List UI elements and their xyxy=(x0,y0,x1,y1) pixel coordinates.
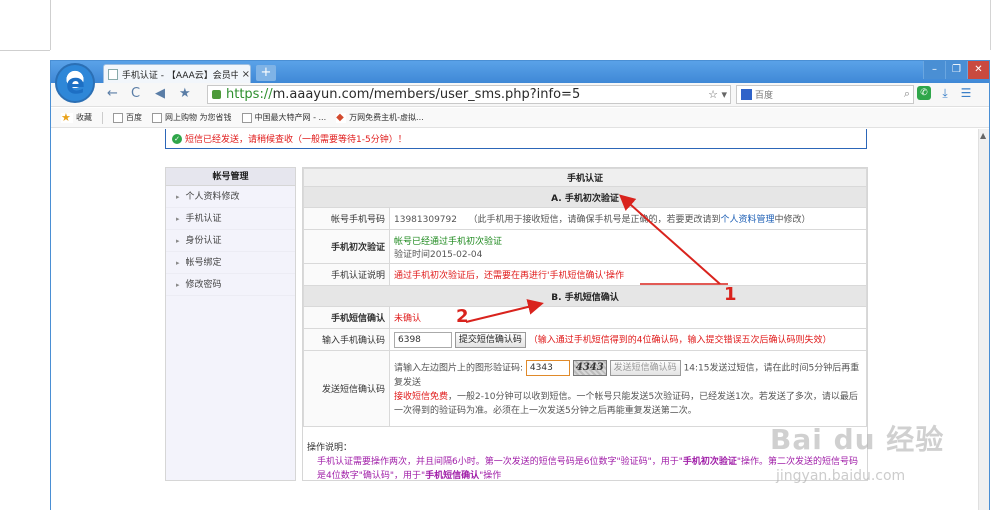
download-icon[interactable]: ⤓ xyxy=(938,86,952,100)
sidebar-title: 帐号管理 xyxy=(166,168,295,186)
captcha-line: 请输入左边图片上的图形验证码: 4343 4343 发送短信确认码 14:15发… xyxy=(394,359,862,390)
restore-icon[interactable]: ❐ xyxy=(945,61,967,79)
phone-label: 帐号手机号码 xyxy=(303,207,390,230)
vertical-scrollbar[interactable]: ▲ xyxy=(978,129,989,510)
code-label: 输入手机确认码 xyxy=(303,328,390,351)
bookmark-wanwang[interactable]: ◆ 万网免费主机-虚拟... xyxy=(336,112,424,123)
navigation-bar: ← C ◀ ★ https://m.aaayun.com/members/use… xyxy=(51,83,989,107)
profile-link[interactable]: 个人资料管理 xyxy=(720,215,774,225)
doc-corner-mark xyxy=(0,50,50,51)
sms-confirm-label: 手机短信确认 xyxy=(303,306,390,329)
confirm-code-input[interactable]: 6398 xyxy=(394,331,452,348)
url-star-dropdown-icon[interactable]: ☆ ▾ xyxy=(708,88,727,101)
captcha-prompt: 请输入左边图片上的图形验证码: xyxy=(394,363,524,373)
home-back-icon[interactable]: ◀ xyxy=(155,86,165,101)
phone-icon[interactable]: ✆ xyxy=(917,86,931,100)
menu-icon[interactable]: ☰ xyxy=(959,86,973,100)
phone-cell: 13981309792 （此手机用于接收短信，请确保手机号是正确的，若要更改请到… xyxy=(389,207,867,230)
wanwang-icon: ◆ xyxy=(336,112,347,123)
back-icon[interactable]: ← xyxy=(107,86,118,101)
sidebar-item-account-binding[interactable]: 帐号绑定 xyxy=(166,252,295,274)
first-verify-time: 验证时间2015-02-04 xyxy=(394,249,483,260)
send-cell: 请输入左边图片上的图形验证码: 4343 4343 发送短信确认码 14:15发… xyxy=(389,350,867,427)
minimize-icon[interactable]: – xyxy=(923,61,945,79)
captcha-input[interactable]: 4343 xyxy=(525,359,570,376)
tab-title: 手机认证 - 【AAA云】会员中 xyxy=(121,70,238,81)
send-sms-button[interactable]: 发送短信确认码 xyxy=(609,359,681,376)
search-box[interactable]: 百度 ⌕ xyxy=(736,85,914,104)
code-cell: 6398 提交短信确认码 （输入通过手机短信得到的4位确认码，输入提交错误五次后… xyxy=(389,328,867,351)
submit-code-button[interactable]: 提交短信确认码 xyxy=(454,331,526,348)
search-placeholder: 百度 xyxy=(755,91,774,101)
free-label: 接收短信免费 xyxy=(394,391,449,402)
browser-logo-icon[interactable] xyxy=(55,63,95,103)
send-info: 接收短信免费，一般2-10分钟可以收到短信。一个帐号只能发送5次验证码，已经发送… xyxy=(394,391,858,416)
first-verify-status: 帐号已经通过手机初次验证 xyxy=(394,236,503,247)
doc-corner-mark-vertical xyxy=(50,0,51,50)
sidebar-item-phone-verify[interactable]: 手机认证 xyxy=(166,208,295,230)
verification-table: 手机认证 A. 手机初次验证 帐号手机号码 13981309792 （此手机用于… xyxy=(303,168,867,427)
address-bar[interactable]: https://m.aaayun.com/members/user_sms.ph… xyxy=(207,85,731,104)
url-protocol: https:// xyxy=(226,87,273,102)
window-controls: – ❐ ✕ xyxy=(923,61,989,79)
star-folder-icon: ★ xyxy=(61,112,73,123)
notice-text: 短信已经发送，请稍候查收（一般需要等待1-5分钟）！ xyxy=(185,135,407,145)
first-verify-label: 手机初次验证 xyxy=(303,229,390,264)
bookmark-shopping[interactable]: 网上购物 为您省钱 xyxy=(152,112,232,123)
favorite-star-icon[interactable]: ★ xyxy=(179,86,191,101)
url-path: m.aaayun.com/members/user_sms.php?info=5 xyxy=(272,87,581,102)
section-b-title: B. 手机短信确认 xyxy=(303,285,867,307)
toolbar-right: ✆ ⤓ ☰ xyxy=(917,86,973,100)
bookmark-specialty[interactable]: 中国最大特产网 - ... xyxy=(241,112,326,123)
sms-sent-notice: ✓ 短信已经发送，请稍候查收（一般需要等待1-5分钟）！ xyxy=(165,129,867,149)
phone-note: （此手机用于接收短信，请确保手机号是正确的，若要更改请到个人资料管理中修改） xyxy=(468,215,811,225)
page-icon xyxy=(241,112,252,123)
annotation-number-2: 2 xyxy=(456,306,469,327)
section-a-title: A. 手机初次验证 xyxy=(303,186,867,208)
captcha-image[interactable]: 4343 xyxy=(572,359,607,376)
code-hint: （输入通过手机短信得到的4位确认码，输入提交错误五次后确认码则失效） xyxy=(528,335,832,345)
check-icon: ✓ xyxy=(172,133,182,144)
watermark-url: jingyan.baidu.com xyxy=(776,468,906,484)
new-tab-button[interactable]: + xyxy=(256,65,276,81)
send-label: 发送短信确认码 xyxy=(303,350,390,427)
title-bar: 手机认证 - 【AAA云】会员中 × + – ❐ ✕ xyxy=(51,61,989,83)
sidebar-item-profile[interactable]: 个人资料修改 xyxy=(166,186,295,208)
bookmark-baidu[interactable]: 百度 xyxy=(113,112,142,123)
sidebar-item-change-password[interactable]: 修改密码 xyxy=(166,274,295,296)
baidu-engine-icon[interactable] xyxy=(741,89,752,100)
url-text: https://m.aaayun.com/members/user_sms.ph… xyxy=(226,87,580,102)
account-sidebar: 帐号管理 个人资料修改 手机认证 身份认证 帐号绑定 修改密码 xyxy=(165,167,296,481)
browser-tab[interactable]: 手机认证 - 【AAA云】会员中 × xyxy=(103,64,251,83)
page-icon xyxy=(152,112,162,123)
bookmark-favorites[interactable]: ★ 收藏 xyxy=(61,112,92,123)
explain-text: 通过手机初次验证后，还需要在再进行'手机短信确认'操作 xyxy=(389,263,867,286)
close-window-icon[interactable]: ✕ xyxy=(967,61,989,79)
scroll-up-icon[interactable]: ▲ xyxy=(980,131,986,140)
lock-icon xyxy=(212,90,221,99)
phone-number: 13981309792 xyxy=(394,215,457,225)
bookmarks-bar: ★ 收藏 百度 网上购物 为您省钱 中国最大特产网 - ... ◆ 万网免费主机-虚… xyxy=(51,108,989,128)
refresh-icon[interactable]: C xyxy=(131,86,140,101)
panel-title: 手机认证 xyxy=(303,168,867,187)
bookmark-separator xyxy=(102,111,103,124)
annotation-number-1: 1 xyxy=(724,284,737,305)
first-verify-cell: 帐号已经通过手机初次验证 验证时间2015-02-04 xyxy=(389,229,867,264)
explain-label: 手机认证说明 xyxy=(303,263,390,286)
baidu-watermark: Bai du 经验 xyxy=(770,423,945,456)
baidu-icon xyxy=(113,112,123,123)
tab-close-icon[interactable]: × xyxy=(242,69,250,80)
sidebar-item-id-verify[interactable]: 身份认证 xyxy=(166,230,295,252)
doc-margin-mark xyxy=(990,0,991,50)
screenshot-page: 手机认证 - 【AAA云】会员中 × + – ❐ ✕ ← C ◀ ★ https… xyxy=(0,0,1000,510)
page-icon xyxy=(108,68,118,80)
search-icon[interactable]: ⌕ xyxy=(904,87,910,101)
